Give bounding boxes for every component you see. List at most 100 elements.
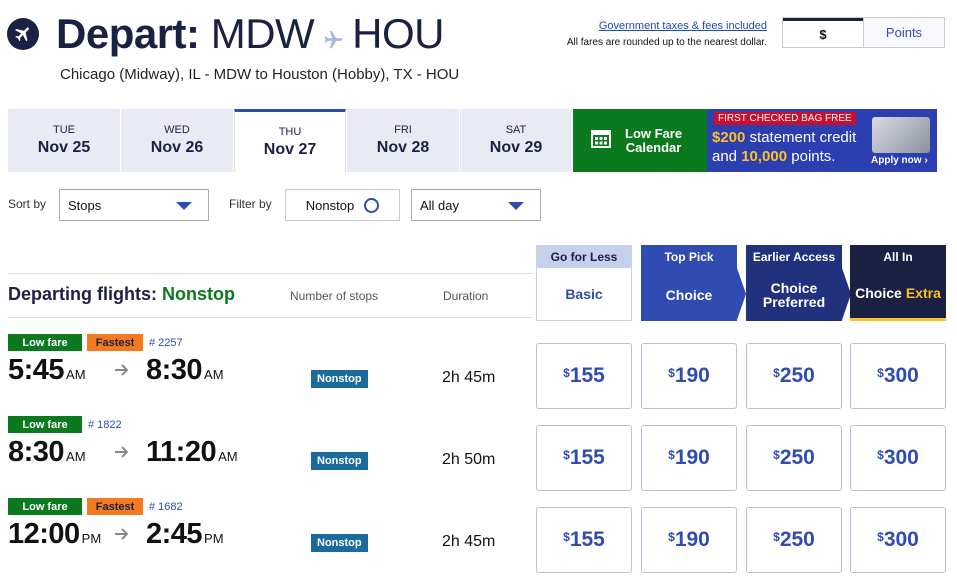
date-tab-date: Nov 26 — [150, 139, 204, 156]
flight-number-link[interactable]: # 1682 — [149, 501, 183, 513]
date-tab-nov-29[interactable]: SAT Nov 29 — [460, 109, 572, 172]
date-tab-dow: SAT — [505, 124, 527, 136]
fare-choice-preferred-button[interactable]: $250 — [746, 425, 842, 491]
date-tab-dow: THU — [278, 125, 302, 138]
apply-now-link[interactable]: Apply now › — [871, 155, 928, 166]
date-tab-nov-25[interactable]: TUE Nov 25 — [8, 109, 120, 172]
flight-duration: 2h 50m — [442, 451, 496, 468]
sort-by-label: Sort by — [8, 197, 47, 211]
fare-header-name-text2: Extra — [905, 285, 941, 301]
column-header-stops: Number of stops — [290, 289, 379, 303]
arrow-right-icon — [115, 364, 129, 376]
date-tab-dow: TUE — [53, 124, 75, 136]
departing-filter-label: Nonstop — [162, 284, 235, 304]
low-fare-calendar-label: Low Fare Calendar — [625, 125, 683, 155]
fare-amount: 300 — [883, 446, 919, 469]
origin-code: MDW — [210, 10, 315, 57]
flight-duration: 2h 45m — [442, 369, 496, 386]
nonstop-link[interactable]: Nonstop — [311, 534, 368, 552]
destination-code: HOU — [352, 10, 445, 57]
fare-choice-preferred-button[interactable]: $250 — [746, 343, 842, 409]
fastest-badge: Fastest — [87, 334, 143, 351]
flight-number-link[interactable]: # 2257 — [149, 337, 183, 349]
flight-row: Low fare Fastest # 1682 12:00 PM 2:45 PM N… — [0, 498, 957, 580]
fare-basic-button[interactable]: $155 — [536, 425, 632, 491]
date-tab-dow: FRI — [394, 124, 412, 136]
fare-amount: 300 — [883, 364, 919, 387]
fare-header-tagline: Top Pick — [641, 245, 737, 268]
credit-card-promo-banner[interactable]: FIRST CHECKED BAG FREE $200 statement cr… — [707, 109, 937, 172]
fare-header-choice-preferred: Earlier Access Choice Preferred — [746, 245, 851, 321]
fare-header-tagline: Go for Less — [536, 245, 632, 268]
fare-currency: $ — [877, 530, 884, 544]
fare-currency: $ — [877, 448, 884, 462]
nonstop-filter-label: Nonstop — [305, 197, 355, 213]
currency-dollars-option[interactable]: $ — [783, 18, 863, 47]
fare-choice-preferred-button[interactable]: $250 — [746, 507, 842, 573]
flight-row: Low fare # 1822 8:30 AM 11:20 AM Nonstop 2… — [0, 416, 957, 498]
fare-choice-extra-button[interactable]: $300 — [850, 507, 946, 573]
promo-amount-points: 10,000 — [741, 148, 788, 165]
promo-text2b: points. — [787, 148, 836, 165]
fare-amount: 250 — [779, 364, 815, 387]
departing-label: Departing flights: — [8, 284, 162, 304]
nonstop-link[interactable]: Nonstop — [311, 452, 368, 470]
time-of-day-select[interactable]: All day — [411, 189, 541, 221]
fare-header-tagline: All In — [850, 245, 946, 268]
nonstop-link[interactable]: Nonstop — [311, 370, 368, 388]
fare-choice-extra-button[interactable]: $300 — [850, 425, 946, 491]
page-title: Depart: MDW HOU — [56, 10, 445, 61]
nonstop-filter-toggle[interactable]: Nonstop — [285, 189, 400, 221]
arrow-right-icon — [115, 528, 129, 540]
fare-choice-button[interactable]: $190 — [641, 343, 737, 409]
fare-amount: 155 — [569, 528, 605, 551]
sort-select-value: Stops — [68, 197, 102, 213]
date-tabs: TUE Nov 25 WED Nov 26 THU Nov 27 FRI Nov… — [8, 109, 573, 172]
calendar-icon — [591, 128, 611, 153]
date-tab-dow: WED — [164, 124, 190, 136]
arrive-ampm: AM — [204, 367, 224, 382]
fare-header-name-text: Choice — [770, 279, 818, 296]
fare-header-name-text2: Preferred — [762, 293, 826, 310]
currency-points-option[interactable]: Points — [863, 18, 944, 47]
chevron-down-icon — [176, 202, 192, 210]
fare-currency: $ — [668, 530, 675, 544]
fare-amount: 155 — [569, 446, 605, 469]
fare-amount: 155 — [569, 364, 605, 387]
fare-basic-button[interactable]: $155 — [536, 343, 632, 409]
flight-number-link[interactable]: # 1822 — [88, 419, 122, 431]
fare-currency: $ — [563, 530, 570, 544]
low-fare-calendar-button[interactable]: Low Fare Calendar — [573, 109, 707, 172]
fare-choice-button[interactable]: $190 — [641, 507, 737, 573]
low-fare-line1: Low Fare — [625, 125, 683, 141]
column-header-duration: Duration — [443, 289, 489, 303]
low-fare-line2: Calendar — [625, 139, 682, 155]
date-tab-nov-27[interactable]: THU Nov 27 — [234, 109, 346, 172]
divider — [8, 317, 533, 318]
arrive-ampm: PM — [204, 531, 224, 546]
fare-choice-extra-button[interactable]: $300 — [850, 343, 946, 409]
fare-choice-button[interactable]: $190 — [641, 425, 737, 491]
chevron-down-icon — [508, 202, 524, 210]
taxes-fees-link[interactable]: Government taxes & fees included — [599, 20, 767, 32]
depart-ampm: AM — [66, 367, 86, 382]
date-tab-nov-26[interactable]: WED Nov 26 — [121, 109, 233, 172]
fare-header-name: Choice Extra — [850, 268, 946, 321]
arrive-time-value: 2:45 — [146, 518, 203, 550]
filter-by-label: Filter by — [229, 197, 272, 211]
date-tab-date: Nov 28 — [376, 139, 430, 156]
apply-now-label: Apply now — [871, 155, 922, 166]
date-tab-nov-28[interactable]: FRI Nov 28 — [347, 109, 459, 172]
fastest-badge: Fastest — [87, 498, 143, 515]
radio-circle-icon — [364, 197, 380, 213]
sort-select[interactable]: Stops — [59, 189, 209, 221]
fare-header-name-text: Choice — [855, 285, 902, 301]
fare-basic-button[interactable]: $155 — [536, 507, 632, 573]
fare-amount: 300 — [883, 528, 919, 551]
arrive-time: 8:30 AM — [146, 354, 224, 387]
fare-currency: $ — [563, 366, 570, 380]
promo-text1: statement credit — [745, 129, 857, 146]
depart-ampm: AM — [66, 449, 86, 464]
arrive-time-value: 11:20 — [146, 436, 217, 468]
flight-row: Low fare Fastest # 2257 5:45 AM 8:30 AM No… — [0, 334, 957, 416]
